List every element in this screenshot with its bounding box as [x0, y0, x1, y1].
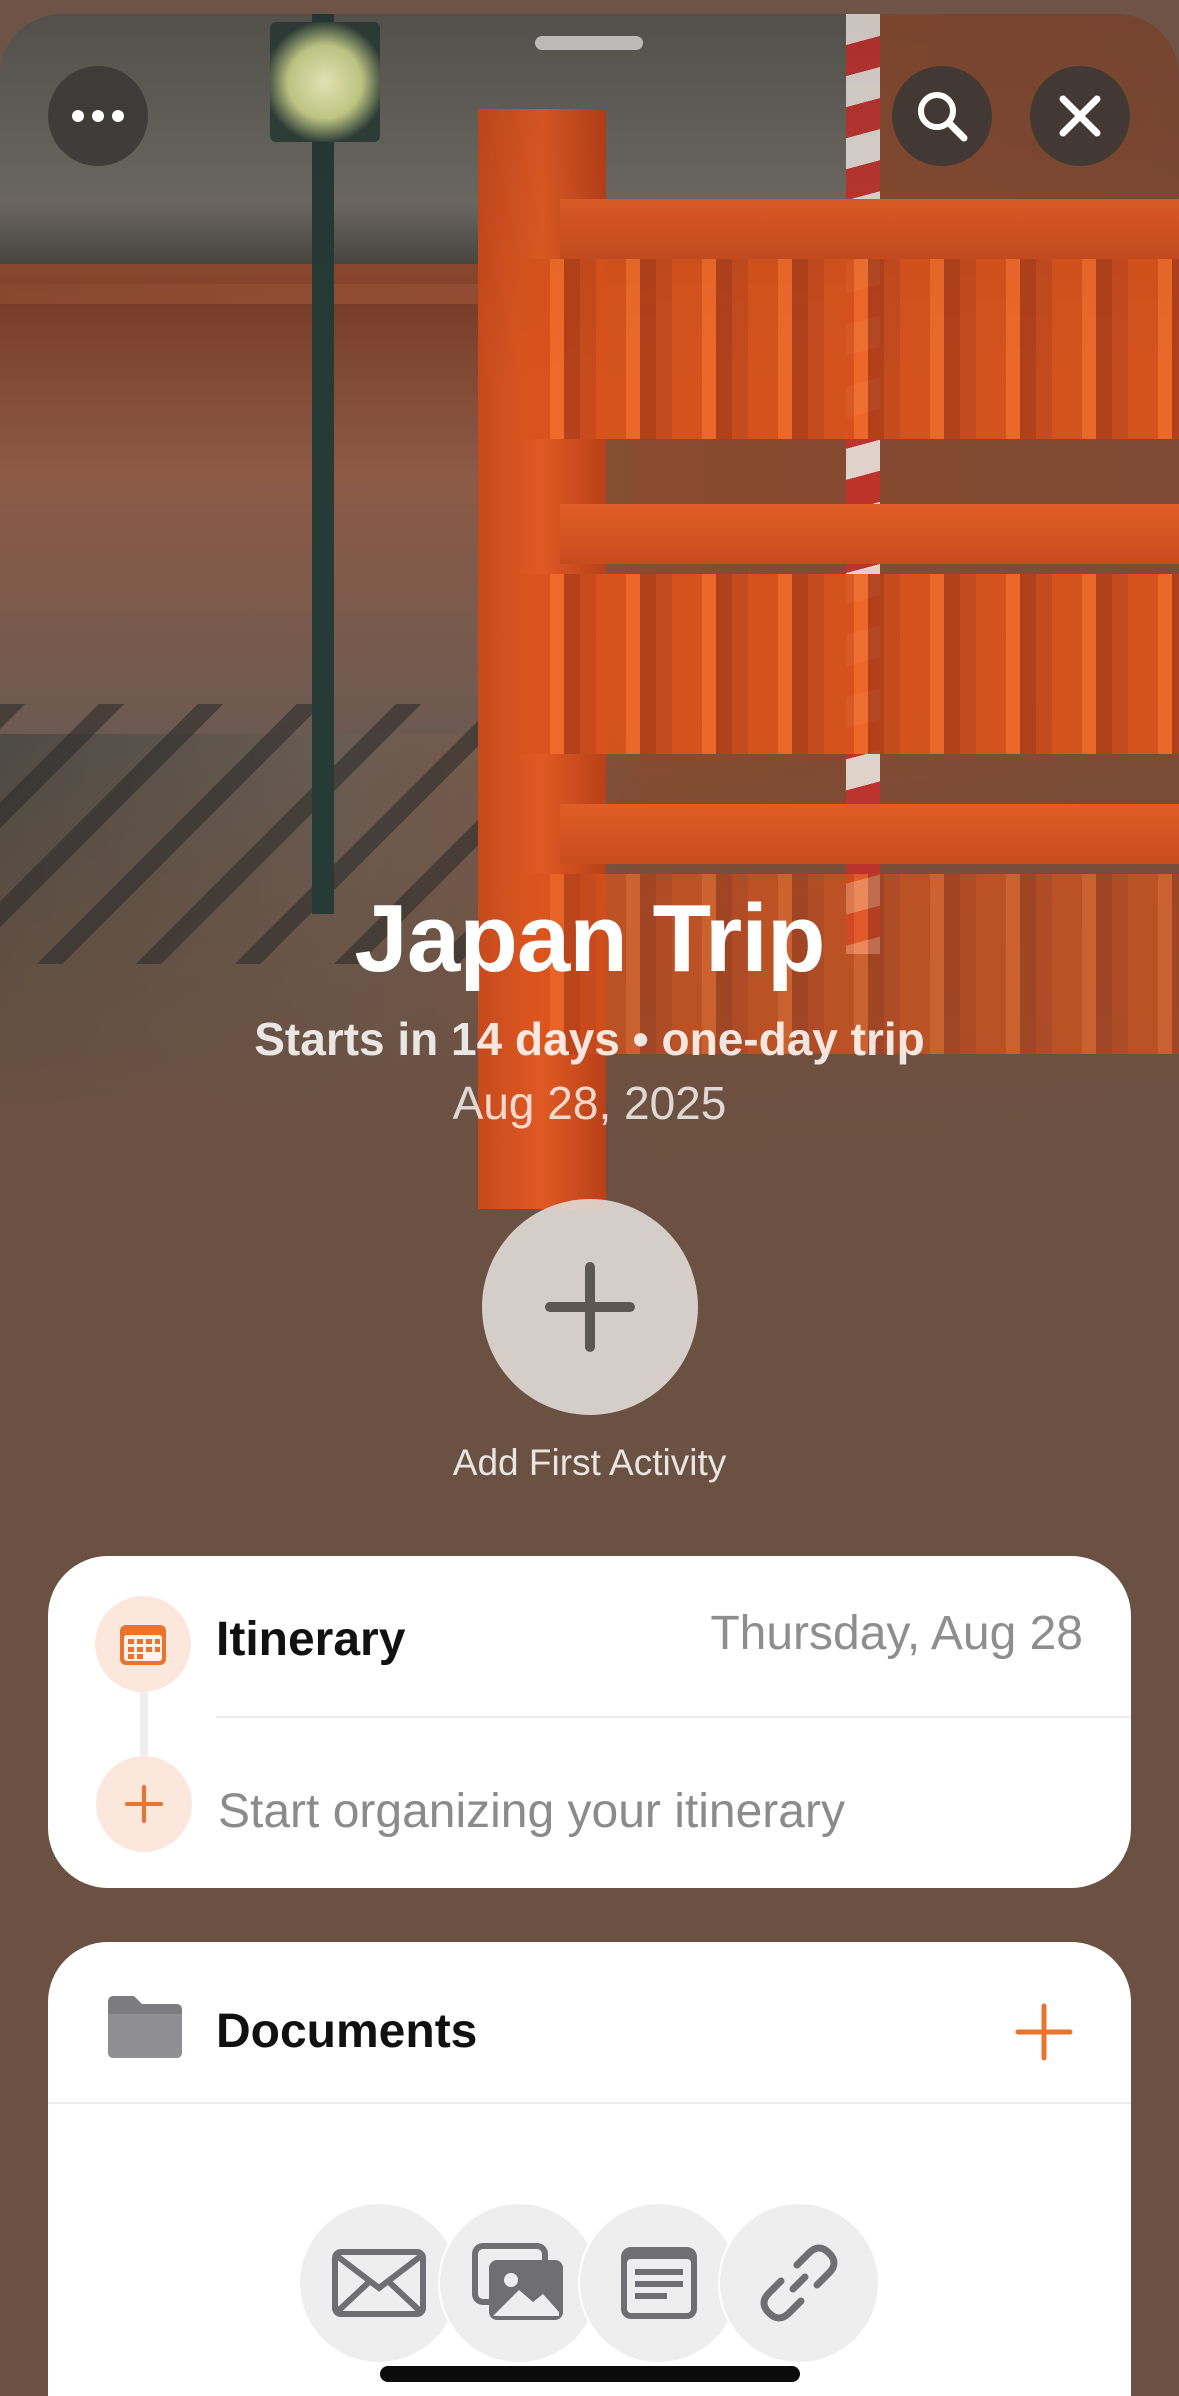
- ellipsis-icon: [72, 110, 124, 122]
- add-first-activity-button[interactable]: [482, 1199, 698, 1415]
- trip-title: Japan Trip: [354, 885, 825, 992]
- itinerary-badge: [95, 1596, 191, 1692]
- plus-icon: [1015, 2003, 1073, 2061]
- trip-subtitle: Starts in 14 days • one-day trip: [254, 1013, 925, 1065]
- add-first-activity-label: Add First Activity: [452, 1442, 727, 1483]
- calendar-icon: [120, 1625, 166, 1665]
- add-note-button[interactable]: [580, 2204, 738, 2362]
- add-itinerary-item-button[interactable]: [96, 1756, 192, 1852]
- sheet-grabber[interactable]: [535, 36, 643, 50]
- documents-card: Documents: [48, 1942, 1131, 2396]
- add-document-button[interactable]: [1004, 1992, 1084, 2072]
- search-icon: [918, 92, 968, 142]
- add-from-mail-button[interactable]: [300, 2204, 458, 2362]
- folder-icon: [108, 1996, 182, 2058]
- divider: [216, 1716, 1131, 1718]
- divider: [48, 2102, 1131, 2104]
- close-icon: [1059, 95, 1101, 137]
- itinerary-card[interactable]: Itinerary Thursday, Aug 28 Start organiz…: [48, 1556, 1131, 1888]
- add-link-button[interactable]: [720, 2204, 878, 2362]
- timeline-connector: [140, 1692, 148, 1756]
- itinerary-day: Thursday, Aug 28: [710, 1607, 1083, 1660]
- trip-sheet: Japan Trip Starts in 14 days • one-day t…: [0, 14, 1179, 2396]
- more-button[interactable]: [48, 66, 148, 166]
- documents-title: Documents: [216, 2005, 478, 2058]
- trip-date: Aug 28, 2025: [452, 1077, 727, 1129]
- plus-icon: [545, 1262, 635, 1352]
- photos-icon: [472, 2243, 563, 2320]
- cover-photo: [0, 14, 1179, 1254]
- note-icon: [621, 2247, 697, 2319]
- add-from-photos-button[interactable]: [440, 2204, 598, 2362]
- mail-icon: [332, 2249, 426, 2317]
- search-button[interactable]: [892, 66, 992, 166]
- home-indicator: [380, 2366, 800, 2382]
- itinerary-title: Itinerary: [216, 1613, 406, 1666]
- itinerary-placeholder[interactable]: Start organizing your itinerary: [218, 1784, 845, 1839]
- link-icon: [760, 2244, 838, 2322]
- close-button[interactable]: [1030, 66, 1130, 166]
- plus-icon: [125, 1785, 163, 1823]
